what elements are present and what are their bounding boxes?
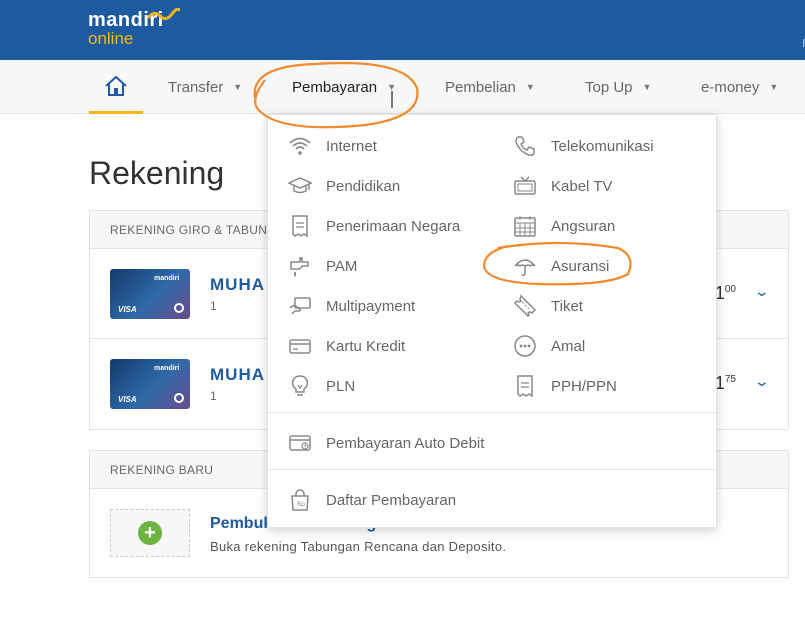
- chevron-down-icon[interactable]: ⌄: [754, 283, 770, 300]
- nav-home[interactable]: [89, 60, 143, 114]
- nav-pembelian[interactable]: Pembelian ▼: [445, 60, 535, 114]
- menu-item-label: PPH/PPN: [551, 377, 617, 395]
- account-balance: 100: [715, 283, 736, 304]
- top-bar: mandiri online l: [0, 0, 805, 60]
- nav-transfer[interactable]: Transfer ▼: [168, 60, 242, 114]
- account-name: MUHA: [210, 275, 265, 294]
- menu-item-label: Pendidikan: [326, 177, 401, 195]
- logo-line2: online: [88, 29, 134, 48]
- menu-item-pendidikan[interactable]: Pendidikan: [288, 166, 400, 206]
- receipt-icon: [292, 215, 308, 238]
- menu-item-label: PLN: [326, 377, 356, 395]
- account-number: 1: [210, 299, 217, 313]
- menu-item-telekomunikasi[interactable]: Telekomunikasi: [513, 126, 654, 166]
- multipayment-icon: [289, 297, 311, 315]
- menu-item-label: Asuransi: [551, 257, 610, 275]
- menu-item-label: Telekomunikasi: [551, 137, 654, 155]
- home-icon: [105, 75, 127, 96]
- menu-item-tiket[interactable]: Tiket: [513, 286, 583, 326]
- nav-transfer-label: Transfer: [168, 78, 224, 96]
- caret-down-icon: ▼: [233, 82, 243, 92]
- caret-down-icon: ▼: [525, 82, 535, 92]
- bag-label: Rp: [297, 501, 305, 508]
- page-title: Rekening: [89, 155, 225, 191]
- tax-receipt-icon: [517, 375, 533, 398]
- menu-item-penerimaan-negara[interactable]: Penerimaan Negara: [288, 206, 460, 246]
- menu-item-label: Penerimaan Negara: [326, 217, 461, 235]
- menu-item-label: Angsuran: [551, 217, 616, 235]
- card-network: VISA: [118, 395, 137, 404]
- nav-e-money-label: e-money: [701, 78, 760, 96]
- menu-item-label: Kabel TV: [551, 177, 613, 195]
- phone-icon: [515, 136, 535, 156]
- menu-item-daftar-pembayaran[interactable]: Rp Daftar Pembayaran: [288, 480, 456, 520]
- caret-down-icon: ▼: [387, 82, 396, 92]
- umbrella-icon: [514, 259, 536, 276]
- menu-item-kabel-tv[interactable]: Kabel TV: [513, 166, 612, 206]
- menu-item-pam[interactable]: PAM: [288, 246, 357, 286]
- card-chip-icon: [174, 393, 184, 403]
- menu-item-angsuran[interactable]: Angsuran: [513, 206, 615, 246]
- plus-icon: +: [138, 521, 162, 545]
- graduation-cap-icon: [288, 177, 312, 194]
- balance-decimal: 75: [724, 374, 736, 385]
- mandiri-online-logo[interactable]: mandiri online: [88, 8, 180, 48]
- account-number: 1: [210, 389, 217, 403]
- card-network: VISA: [118, 305, 137, 314]
- debit-card-image: mandiri VISA: [110, 269, 190, 319]
- card-chip-icon: [174, 303, 184, 313]
- chevron-down-icon[interactable]: ⌄: [754, 373, 770, 390]
- menu-item-amal[interactable]: Amal: [513, 326, 585, 366]
- main-nav: Transfer ▼ Pembayaran ▼ Pembelian ▼ Top Up ▼…: [0, 60, 805, 114]
- open-account-subtitle: Buka rekening Tabungan Rencana dan Depos…: [210, 539, 507, 554]
- calendar-icon: [514, 216, 536, 237]
- account-name: MUHA: [210, 365, 265, 384]
- menu-item-label: Pembayaran Auto Debit: [326, 434, 485, 452]
- card-brand: mandiri: [154, 275, 180, 282]
- menu-item-label: PAM: [326, 257, 358, 275]
- menu-item-pln[interactable]: PLN: [288, 366, 355, 406]
- pembayaran-dropdown: Internet Pendidikan Penerimaan Negara PA…: [267, 114, 718, 528]
- menu-item-auto-debit[interactable]: Pembayaran Auto Debit: [288, 423, 484, 463]
- logo-wave-icon: [146, 8, 180, 21]
- debit-card-image: mandiri VISA: [110, 359, 190, 409]
- menu-item-label: Daftar Pembayaran: [326, 491, 457, 509]
- caret-down-icon: ▼: [642, 82, 652, 92]
- credit-card-icon: [289, 339, 311, 354]
- wifi-icon: [289, 137, 311, 155]
- nav-pembelian-label: Pembelian: [445, 78, 516, 96]
- menu-item-label: Multipayment: [326, 297, 416, 315]
- menu-divider: [268, 412, 718, 413]
- card-brand: mandiri: [154, 365, 180, 372]
- menu-item-label: Kartu Kredit: [326, 337, 406, 355]
- water-tap-icon: [290, 257, 309, 278]
- menu-item-asuransi[interactable]: Asuransi: [513, 246, 609, 286]
- menu-divider: [268, 469, 718, 470]
- add-account-button[interactable]: +: [110, 509, 190, 557]
- tv-icon: [514, 176, 536, 195]
- ticket-icon: [513, 294, 537, 317]
- lightbulb-icon: [291, 375, 309, 396]
- nav-pembayaran-label: Pembayaran: [292, 78, 378, 96]
- nav-top-up-label: Top Up: [585, 78, 633, 96]
- menu-item-label: Amal: [551, 337, 586, 355]
- menu-item-multipayment[interactable]: Multipayment: [288, 286, 415, 326]
- caret-down-icon: ▼: [769, 82, 779, 92]
- menu-item-label: Tiket: [551, 297, 583, 315]
- nav-pembayaran[interactable]: Pembayaran ▼: [292, 60, 396, 114]
- balance-decimal: 00: [724, 284, 736, 295]
- account-balance: 175: [715, 373, 736, 394]
- auto-debit-card-icon: [289, 435, 311, 451]
- shopping-bag-icon: Rp: [291, 489, 309, 511]
- nav-top-up[interactable]: Top Up ▼: [585, 60, 651, 114]
- menu-item-pph-ppn[interactable]: PPH/PPN: [513, 366, 617, 406]
- charity-icon: [514, 335, 536, 357]
- menu-item-label: Internet: [326, 137, 377, 155]
- menu-item-kartu-kredit[interactable]: Kartu Kredit: [288, 326, 405, 366]
- menu-item-internet[interactable]: Internet: [288, 126, 377, 166]
- nav-e-money[interactable]: e-money ▼: [701, 60, 778, 114]
